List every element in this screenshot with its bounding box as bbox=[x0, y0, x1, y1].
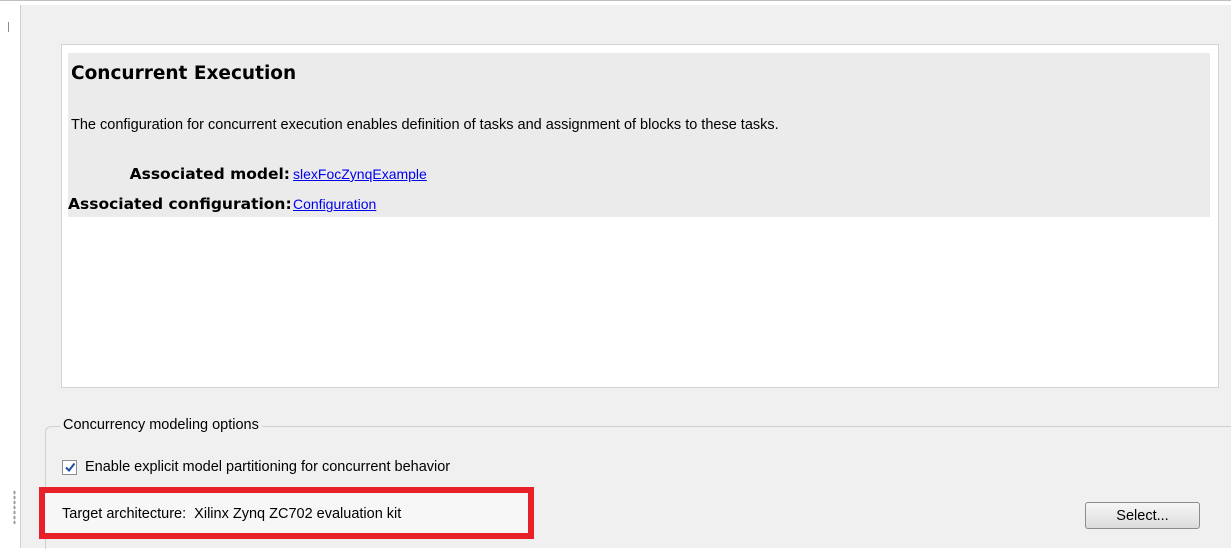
checkmark-icon bbox=[64, 462, 75, 473]
concurrency-options-label: Concurrency modeling options bbox=[60, 417, 262, 433]
description-header: Concurrent Execution The configuration f… bbox=[68, 53, 1210, 217]
select-button[interactable]: Select... bbox=[1085, 502, 1200, 529]
associated-model-label: Associated model: bbox=[129, 165, 290, 183]
description-box: Concurrent Execution The configuration f… bbox=[61, 44, 1219, 388]
section-description: The configuration for concurrent executi… bbox=[71, 117, 779, 133]
partitioning-checkbox-label[interactable]: Enable explicit model partitioning for c… bbox=[85, 459, 450, 475]
associated-config-link[interactable]: Configuration bbox=[293, 196, 376, 212]
target-architecture-label: Target architecture: Xilinx Zynq ZC702 e… bbox=[62, 506, 402, 522]
partitioning-checkbox[interactable] bbox=[62, 459, 77, 475]
associated-config-label: Associated configuration: bbox=[68, 195, 292, 213]
section-title: Concurrent Execution bbox=[71, 63, 297, 84]
partitioning-option[interactable]: Enable explicit model partitioning for c… bbox=[62, 459, 450, 475]
top-divider bbox=[0, 0, 1231, 1]
splitter-tick bbox=[8, 22, 9, 32]
resize-grip-icon[interactable] bbox=[13, 490, 16, 524]
associated-model-link[interactable]: slexFocZynqExample bbox=[293, 166, 427, 182]
